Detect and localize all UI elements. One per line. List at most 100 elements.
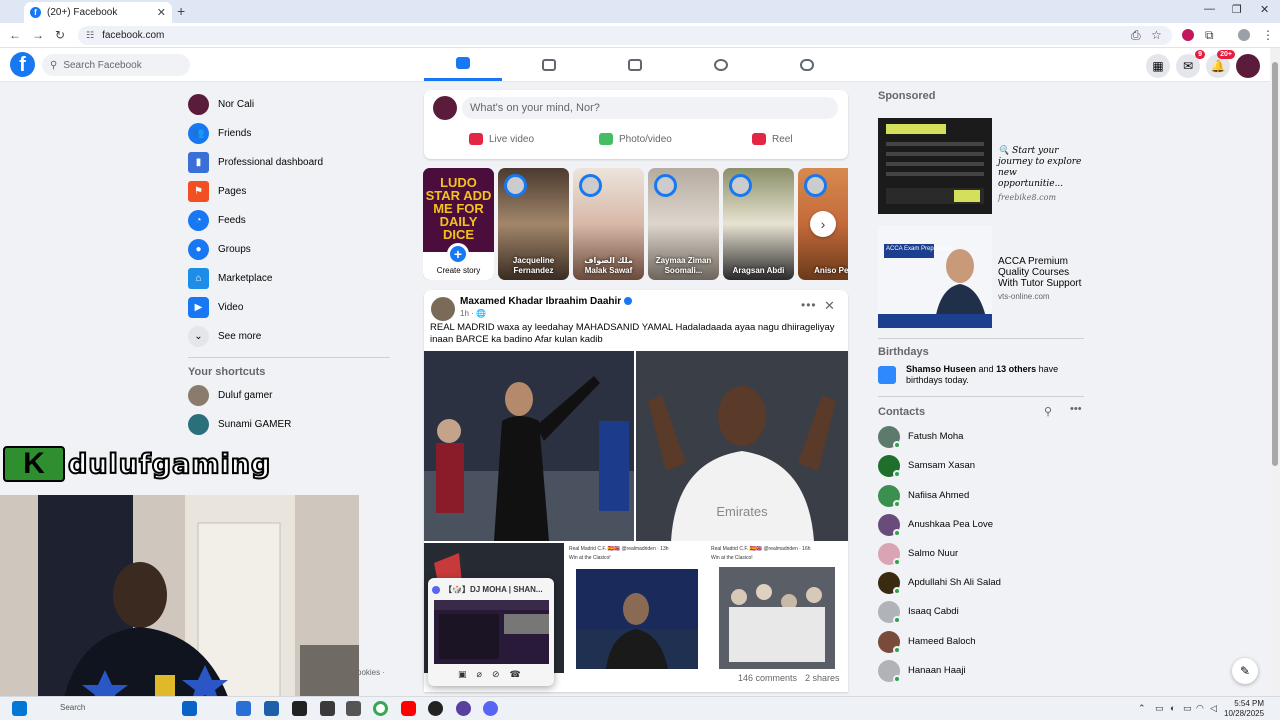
shortcut-item[interactable]: Sunami GAMER <box>186 410 396 439</box>
browser-tab[interactable]: f (20+) Facebook ✕ <box>24 2 172 23</box>
extension-icon[interactable] <box>1182 29 1194 41</box>
hang-up-icon[interactable]: ☎ <box>509 669 520 680</box>
bookmark-star-icon[interactable]: ☆ <box>1151 28 1162 42</box>
discord-icon[interactable] <box>483 701 498 716</box>
contacts-options-icon[interactable]: ••• <box>1070 403 1082 415</box>
app-icon[interactable] <box>292 701 307 716</box>
post-timestamp[interactable]: 1h · 🌐 <box>460 309 486 318</box>
menu-grid-icon[interactable]: ▦ <box>1146 54 1170 78</box>
contact-item[interactable]: Isaaq Cabdi <box>878 597 959 626</box>
wifi-icon[interactable]: ◠ <box>1196 703 1204 714</box>
post-photo[interactable] <box>424 351 634 541</box>
scrollbar[interactable] <box>1270 48 1280 696</box>
post-embed-tweet[interactable]: Real Madrid C.F. 🇪🇸🇬🇧 @realmadriden · 13… <box>565 543 706 673</box>
start-icon[interactable] <box>12 701 27 716</box>
extensions-puzzle-icon[interactable]: ⧉ <box>1205 28 1214 43</box>
contact-item[interactable]: Samsam Xasan <box>878 451 975 480</box>
story-card[interactable]: Jacqueline Fernandez <box>498 168 569 280</box>
tab-gaming[interactable] <box>768 48 846 81</box>
shortcut-item[interactable]: Duluf gamer <box>186 381 396 410</box>
search-contacts-icon[interactable]: ⚲ <box>1044 405 1052 418</box>
hide-post-icon[interactable]: ✕ <box>824 298 835 314</box>
story-card[interactable]: Aragsan Abdi <box>723 168 794 280</box>
live-video-button[interactable]: Live video <box>469 133 534 145</box>
site-info-icon[interactable]: ☷ <box>86 30 94 41</box>
sidebar-item-see-more[interactable]: ⌄ See more <box>186 322 396 351</box>
chrome-icon[interactable] <box>373 701 388 716</box>
app-icon[interactable] <box>456 701 471 716</box>
post-embed-tweet[interactable]: Real Madrid C.F. 🇪🇸🇬🇧 @realmadriden · 16… <box>707 543 848 673</box>
footer-links[interactable]: ookies · <box>357 668 385 677</box>
facebook-logo-icon[interactable]: f <box>10 52 35 77</box>
app-icon[interactable] <box>236 701 251 716</box>
contact-item[interactable]: Nafiisa Ahmed <box>878 481 969 510</box>
sponsored-ad[interactable]: 🔍 Start your journey to explore new oppo… <box>878 118 1084 214</box>
mail-icon[interactable] <box>264 701 279 716</box>
forward-icon[interactable]: → <box>32 28 44 42</box>
sidebar-item-pages[interactable]: ⚑ Pages <box>186 177 396 206</box>
taskbar-search[interactable]: Search <box>60 703 85 712</box>
sponsored-ad[interactable]: ACCA Exam Preparation ACCA Premium Quali… <box>878 226 1084 328</box>
reel-button[interactable]: Reel <box>752 133 793 145</box>
search-input[interactable]: ⚲ Search Facebook <box>42 54 190 76</box>
contact-item[interactable]: Fatush Moha <box>878 422 963 451</box>
contact-item[interactable]: Anushkaa Pea Love <box>878 510 993 539</box>
sidebar-item-feeds[interactable]: ◔ Feeds <box>186 206 396 235</box>
story-card[interactable]: Zaymaa Ziman Soomali... <box>648 168 719 280</box>
close-window-icon[interactable]: ✕ <box>1260 3 1269 16</box>
sidebar-item-marketplace[interactable]: ⌂ Marketplace <box>186 264 396 293</box>
post-author[interactable]: Maxamed Khadar Ibraahim Daahir <box>460 296 633 307</box>
notifications-icon[interactable]: 🔔 20+ <box>1206 50 1235 78</box>
contact-item[interactable]: Hanaan Haaji <box>878 656 966 685</box>
app-icon[interactable] <box>428 701 443 716</box>
shares-count[interactable]: 2 shares <box>805 673 840 683</box>
sidebar-item-groups[interactable]: ● Groups <box>186 235 396 264</box>
post-options-icon[interactable]: ••• <box>801 298 817 312</box>
stories-next-button[interactable]: › <box>810 211 836 237</box>
contact-item[interactable]: Salmo Nuur <box>878 539 958 568</box>
address-bar[interactable]: ☷ facebook.com <box>78 26 1172 45</box>
network-icon[interactable]: ▭ <box>1183 703 1192 714</box>
reload-icon[interactable]: ↻ <box>55 28 65 42</box>
minimize-icon[interactable]: — <box>1204 3 1215 15</box>
scrollbar-thumb[interactable] <box>1272 62 1278 466</box>
mic-off-icon[interactable]: ⌀ <box>477 669 482 680</box>
story-card[interactable]: ملك الصواف Malak Sawaf <box>573 168 644 280</box>
comments-count[interactable]: 146 comments <box>738 673 797 683</box>
tray-chevron-icon[interactable]: ⌃ <box>1138 703 1146 714</box>
photo-video-button[interactable]: Photo/video <box>599 133 672 145</box>
close-tab-icon[interactable]: ✕ <box>157 6 166 19</box>
edge-icon[interactable] <box>182 701 197 716</box>
sidebar-item-friends[interactable]: 👥 Friends <box>186 119 396 148</box>
new-tab-icon[interactable]: + <box>177 3 185 19</box>
new-message-button[interactable]: ✎ <box>1232 658 1258 684</box>
install-icon[interactable]: ⎙ <box>1131 28 1141 43</box>
contact-item[interactable]: Apdullahi Sh Ali Salad <box>878 568 1001 597</box>
sidebar-item-profile[interactable]: Nor Cali <box>186 90 396 119</box>
tab-home[interactable] <box>424 48 502 81</box>
tray-app-icon[interactable]: ◐ <box>1170 703 1175 713</box>
tab-marketplace[interactable] <box>596 48 674 81</box>
mini-player-video[interactable] <box>434 600 549 664</box>
app-icon[interactable] <box>346 701 361 716</box>
profile-avatar-icon[interactable] <box>1238 29 1250 41</box>
sidebar-item-dashboard[interactable]: ▮ Professional dashboard <box>186 148 396 177</box>
composer-input[interactable]: What's on your mind, Nor? <box>462 97 838 119</box>
back-icon[interactable]: ← <box>9 28 21 42</box>
post-photo[interactable]: Emirates <box>636 351 848 541</box>
account-avatar[interactable] <box>1236 54 1260 78</box>
tab-groups[interactable] <box>682 48 760 81</box>
camera-icon[interactable]: ▣ <box>458 669 467 680</box>
youtube-icon[interactable] <box>401 701 416 716</box>
contact-item[interactable]: Hameed Baloch <box>878 627 976 656</box>
app-icon[interactable] <box>320 701 335 716</box>
clock[interactable]: 5:54 PM 10/28/2025 <box>1224 699 1264 719</box>
birthday-notice[interactable]: Shamso Huseen and 13 others have birthda… <box>878 364 1084 386</box>
screen-share-icon[interactable]: ⊘ <box>492 669 500 680</box>
tray-app-icon[interactable]: ▭ <box>1155 703 1164 714</box>
composer-avatar[interactable] <box>433 96 457 120</box>
messenger-icon[interactable]: ✉ 9 <box>1176 50 1205 78</box>
tab-video[interactable] <box>510 48 588 81</box>
sidebar-item-video[interactable]: ▶ Video <box>186 293 396 322</box>
browser-menu-icon[interactable]: ⋮ <box>1262 28 1274 42</box>
